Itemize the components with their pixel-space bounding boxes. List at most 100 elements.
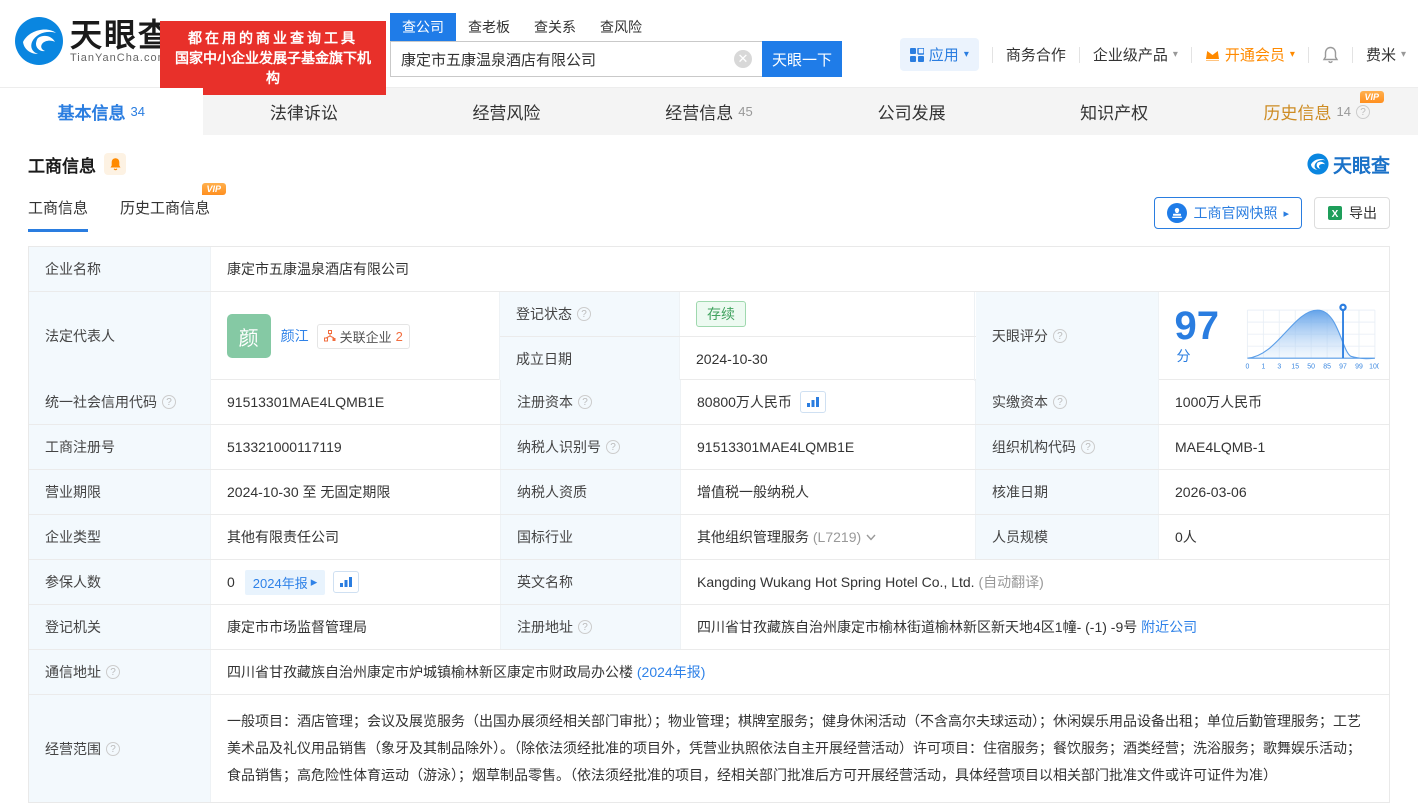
auto-translate-note: (自动翻译) — [978, 574, 1044, 590]
subtab-business-info[interactable]: 工商信息 — [28, 197, 89, 232]
search-input[interactable] — [390, 41, 762, 77]
subtab-label: 历史工商信息 — [120, 200, 211, 217]
legal-rep-link[interactable]: 颜江 — [281, 326, 309, 346]
industry-code: (L7219) — [812, 529, 862, 545]
help-icon[interactable]: ? — [106, 665, 120, 679]
related-count: 2 — [395, 328, 403, 344]
help-icon[interactable]: ? — [1355, 104, 1370, 119]
field-label: 营业期限 — [29, 470, 211, 514]
reg-address-value: 四川省甘孜藏族自治州康定市榆林街道榆林新区新天地4区1幢- (-1) -9号 附… — [697, 617, 1198, 637]
business-info-table: 企业名称 康定市五康温泉酒店有限公司 法定代表人 颜 颜江 关联企业 2 登记状… — [28, 246, 1390, 803]
help-icon[interactable]: ? — [1052, 329, 1067, 343]
official-snapshot-button[interactable]: 工商官网快照 ▸ — [1154, 197, 1302, 229]
tab-basic-info[interactable]: 基本信息 34 — [0, 88, 203, 135]
section-header: 工商信息 天眼查 — [0, 149, 1418, 179]
insured-chart-button[interactable] — [333, 571, 360, 593]
insured-count-value: 0 2024年报 ▸ — [211, 560, 501, 604]
subscribe-bell[interactable] — [104, 153, 126, 175]
tab-history-info[interactable]: VIP 历史信息 14 ? — [1215, 88, 1418, 135]
search-tab-relation[interactable]: 查关系 — [522, 13, 588, 41]
apps-label: 应用 — [928, 47, 959, 64]
tab-operating-info[interactable]: 经营信息 45 — [608, 88, 811, 135]
search-tab-company[interactable]: 查公司 — [390, 13, 456, 41]
tab-legal-proceedings[interactable]: 法律诉讼 — [203, 88, 406, 135]
chevron-down-icon: ▾ — [1400, 49, 1406, 60]
tab-label: 基本信息 — [57, 104, 126, 123]
related-label: 关联企业 — [339, 329, 392, 345]
field-label: 通信地址? — [29, 650, 211, 694]
slogan-line2: 国家中小企业发展子基金旗下机构 — [175, 50, 371, 86]
field-label: 纳税人识别号? — [501, 425, 681, 469]
help-icon[interactable]: ? — [577, 307, 592, 321]
table-row: 工商注册号 513321000117119 纳税人识别号? 91513301MA… — [29, 425, 1389, 470]
annual-report-link[interactable]: (2024年报) — [637, 662, 705, 682]
nav-open-vip[interactable]: 开通会员 ▾ — [1205, 44, 1295, 65]
top-header: 天眼查 TianYanCha.com 都在用的商业查询工具 国家中小企业发展子基… — [0, 0, 1418, 95]
tab-label: 公司发展 — [877, 104, 946, 123]
help-icon[interactable]: ? — [578, 395, 592, 409]
nav-enterprise-products[interactable]: 企业级产品 ▾ — [1093, 44, 1178, 65]
related-companies-badge[interactable]: 关联企业 2 — [316, 323, 410, 349]
logo-brand-text: 天眼查 — [70, 17, 173, 53]
nearby-companies-link[interactable]: 附近公司 — [1141, 617, 1197, 637]
notification-bell[interactable] — [1322, 46, 1339, 64]
help-icon[interactable]: ? — [606, 440, 620, 454]
tab-label: 法律诉讼 — [269, 104, 338, 123]
reg-number-value: 513321000117119 — [211, 425, 501, 469]
help-icon[interactable]: ? — [578, 620, 592, 634]
section-title: 工商信息 — [28, 156, 96, 176]
search-button[interactable]: 天眼一下 — [762, 41, 842, 77]
annual-report-badge[interactable]: 2024年报 ▸ — [244, 569, 326, 595]
help-icon[interactable]: ? — [106, 741, 120, 756]
score-unit: 分 — [1176, 347, 1191, 364]
field-label: 工商注册号 — [29, 425, 211, 469]
industry-value[interactable]: 其他组织管理服务 (L7219) — [681, 515, 976, 559]
field-label: 实缴资本? — [976, 380, 1159, 424]
nav-cooperation[interactable]: 商务合作 — [1006, 44, 1066, 65]
status-badge: 存续 — [696, 301, 747, 327]
table-row: 通信地址? 四川省甘孜藏族自治州康定市炉城镇榆林新区康定市财政局办公楼 (202… — [29, 650, 1389, 695]
watermark-logo: 天眼查 — [1307, 151, 1390, 178]
vip-badge: VIP — [201, 183, 227, 195]
bell-icon — [110, 158, 120, 171]
watermark-text: 天眼查 — [1332, 155, 1390, 177]
help-icon[interactable]: ? — [162, 395, 176, 409]
capital-chart-button[interactable] — [799, 391, 826, 413]
grid-icon — [909, 47, 924, 62]
svg-text:1: 1 — [1262, 363, 1266, 370]
nav-user-menu[interactable]: 费米 ▾ — [1366, 44, 1406, 65]
arrow-right-icon: ▸ — [310, 574, 318, 589]
table-row: 法定代表人 颜 颜江 关联企业 2 登记状态? 存续 成立日期 2024-10-… — [29, 292, 1389, 381]
score-distribution-chart[interactable]: 0 1 3 15 50 85 97 99 100 — [1240, 296, 1379, 376]
tab-count: 14 — [1336, 104, 1351, 119]
search-tab-risk[interactable]: 查风险 — [588, 13, 654, 41]
reg-status-value: 存续 — [680, 292, 976, 336]
tab-business-risk[interactable]: 经营风险 — [405, 88, 608, 135]
avatar[interactable]: 颜 — [226, 314, 271, 358]
divider — [1351, 46, 1353, 63]
site-logo[interactable]: 天眼查 TianYanCha.com — [14, 16, 172, 66]
tab-intellectual-property[interactable]: 知识产权 — [1013, 88, 1216, 135]
tab-label: 经营信息 — [665, 104, 734, 123]
svg-text:97: 97 — [1340, 363, 1348, 370]
search-tab-boss[interactable]: 查老板 — [456, 13, 522, 41]
tianyancha-logo-icon — [1307, 153, 1329, 175]
clear-icon[interactable]: ✕ — [734, 50, 752, 68]
export-label: 导出 — [1349, 205, 1377, 221]
subtab-history-business-info[interactable]: 历史工商信息 VIP — [120, 183, 227, 232]
field-label: 登记状态? — [500, 292, 681, 336]
approval-date-value: 2026-03-06 — [1175, 484, 1247, 500]
company-name-value: 康定市五康温泉酒店有限公司 — [227, 261, 409, 277]
report-badge-label: 2024年报 — [252, 575, 308, 591]
table-row: 经营范围? 一般项目：酒店管理；会议及展览服务（出国办展须经相关部门审批）；物业… — [29, 695, 1389, 802]
paid-capital-value: 1000万人民币 — [1175, 394, 1263, 410]
help-icon[interactable]: ? — [1053, 395, 1067, 409]
tab-company-development[interactable]: 公司发展 — [810, 88, 1013, 135]
export-button[interactable]: X 导出 — [1314, 197, 1390, 229]
chevron-down-icon — [866, 534, 876, 541]
table-row: 统一社会信用代码? 91513301MAE4LQMB1E 注册资本? 80800… — [29, 380, 1389, 425]
field-label: 成立日期 — [500, 337, 681, 381]
help-icon[interactable]: ? — [1081, 440, 1095, 454]
apps-menu[interactable]: 应用 ▾ — [899, 38, 979, 71]
legal-rep-value: 颜 颜江 关联企业 2 — [211, 292, 501, 380]
